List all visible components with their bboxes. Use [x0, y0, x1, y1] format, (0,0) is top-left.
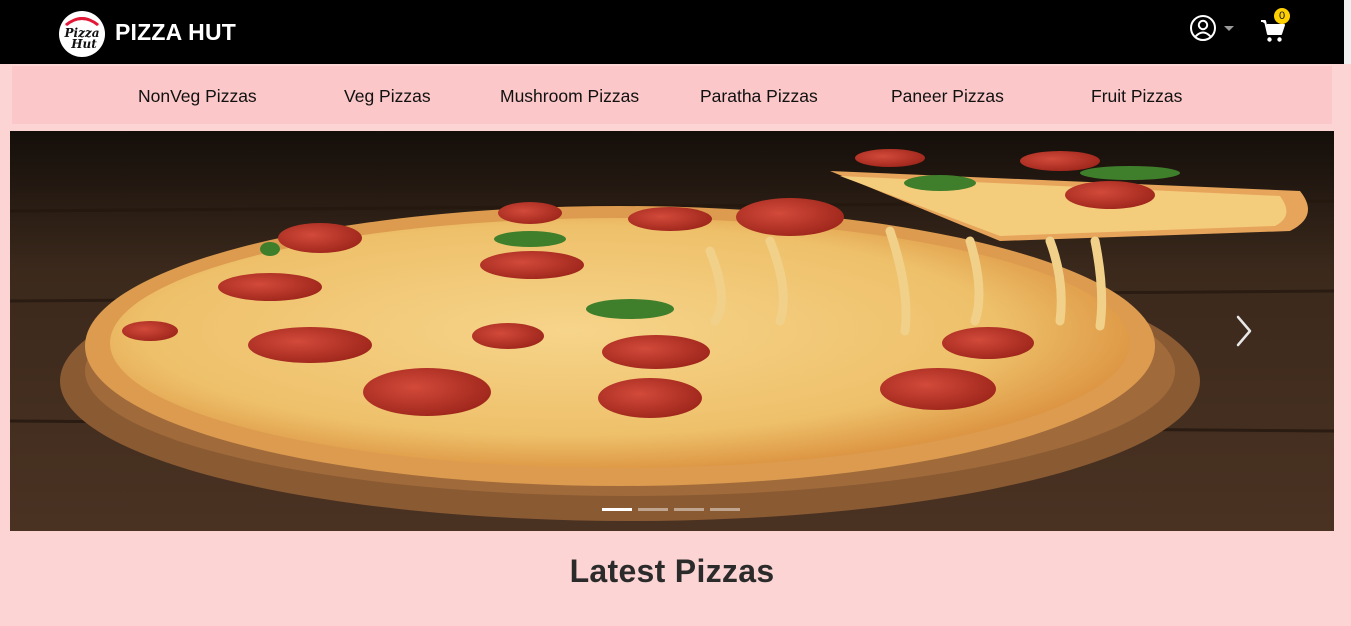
category-nonveg-pizzas[interactable]: NonVeg Pizzas: [138, 86, 257, 107]
brand-name: PIZZA HUT: [115, 18, 237, 45]
category-nav: NonVeg Pizzas Veg Pizzas Mushroom Pizzas…: [12, 66, 1332, 124]
carousel-indicators: [602, 508, 740, 511]
category-veg-pizzas[interactable]: Veg Pizzas: [344, 86, 431, 107]
top-navbar: Pizza Hut PIZZA HUT 0: [0, 0, 1344, 64]
category-paratha-pizzas[interactable]: Paratha Pizzas: [700, 86, 818, 107]
hero-carousel: [10, 131, 1334, 531]
svg-text:Hut: Hut: [70, 37, 97, 51]
cart-count-badge: 0: [1274, 8, 1290, 24]
user-menu-dropdown[interactable]: [1189, 14, 1234, 42]
carousel-indicator[interactable]: [602, 508, 632, 511]
scrollbar[interactable]: [1344, 0, 1351, 626]
user-circle-icon: [1190, 15, 1216, 41]
category-fruit-pizzas[interactable]: Fruit Pizzas: [1091, 86, 1182, 107]
nav-actions: 0: [1189, 8, 1290, 42]
carousel-indicator[interactable]: [638, 508, 668, 511]
category-mushroom-pizzas[interactable]: Mushroom Pizzas: [500, 86, 639, 107]
carousel-next-icon[interactable]: [1234, 313, 1254, 349]
pizza-hut-logo-icon: Pizza Hut: [59, 11, 105, 57]
pepperoni-pizza-photo: [10, 131, 1334, 531]
category-paneer-pizzas[interactable]: Paneer Pizzas: [891, 86, 1004, 107]
carousel-indicator[interactable]: [674, 508, 704, 511]
brand-link[interactable]: Pizza Hut PIZZA HUT: [56, 6, 236, 58]
carousel-indicator[interactable]: [710, 508, 740, 511]
page: Pizza Hut PIZZA HUT 0 NonVeg Pizzas Veg …: [0, 0, 1351, 626]
latest-pizzas-heading: Latest Pizzas: [569, 553, 775, 589]
cart-button[interactable]: 0: [1260, 8, 1290, 42]
chevron-down-icon: [1224, 25, 1234, 31]
